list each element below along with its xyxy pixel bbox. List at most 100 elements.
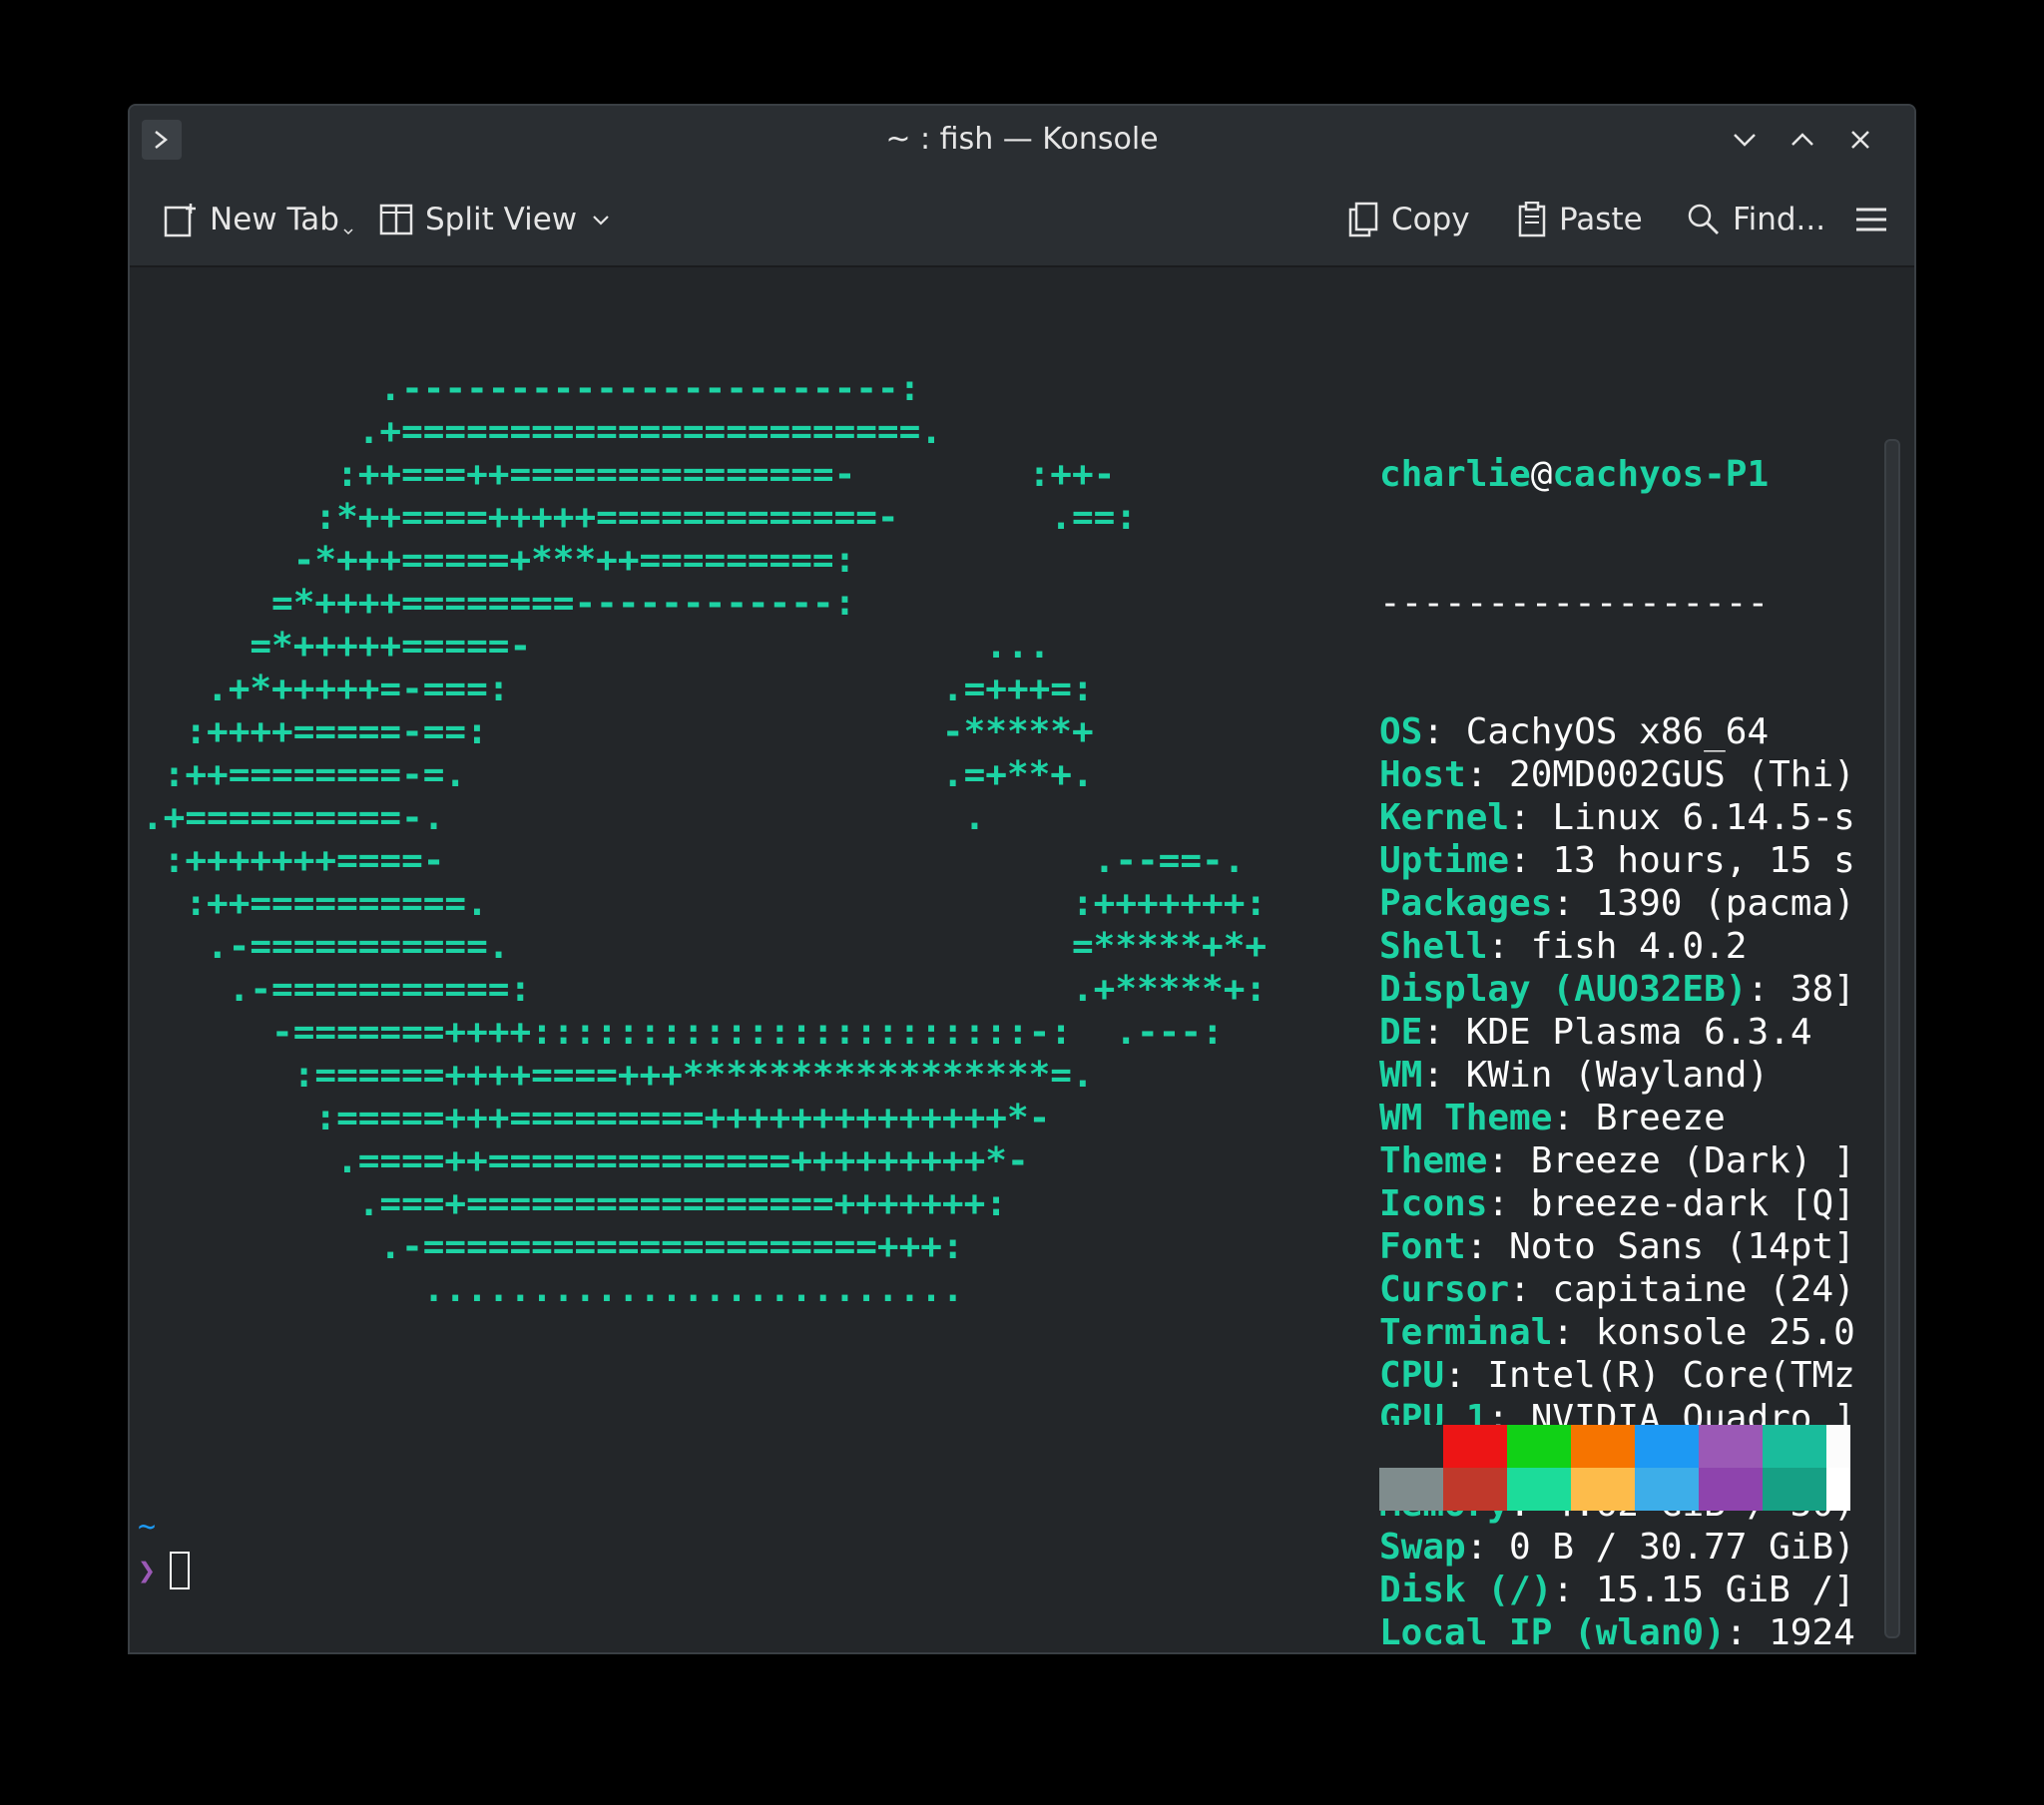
ascii-line: :++++=====-==: -*****+: [142, 711, 1094, 752]
info-value: : Linux 6.14.5-s: [1509, 797, 1855, 838]
info-row: Uptime: 13 hours, 15 s: [1379, 839, 1855, 882]
info-row: Kernel: Linux 6.14.5-s: [1379, 796, 1855, 839]
close-button[interactable]: [1840, 120, 1880, 160]
color-swatch: [1699, 1425, 1763, 1468]
hamburger-menu-icon: [1856, 208, 1886, 231]
ascii-line: =*+++++=====- ...: [142, 626, 1051, 667]
info-key: Display (AUO32EB): [1379, 969, 1748, 1010]
info-row: Shell: fish 4.0.2: [1379, 925, 1855, 968]
color-swatch: [1571, 1468, 1635, 1511]
info-key: Packages: [1379, 883, 1553, 924]
info-key: Kernel: [1379, 797, 1510, 838]
info-row: Disk (/): 15.15 GiB /]: [1379, 1569, 1855, 1611]
terminal-area[interactable]: .-----------------------: .+============…: [130, 267, 1914, 1652]
chevron-down-icon: [343, 228, 353, 235]
info-key: OS: [1379, 711, 1423, 752]
info-key: Theme: [1379, 1140, 1488, 1181]
info-row: Display (AUO32EB): 38]: [1379, 968, 1855, 1011]
info-row: Cursor: capitaine (24): [1379, 1268, 1855, 1311]
info-value: : 15.15 GiB /]: [1552, 1570, 1855, 1610]
copy-icon: [1348, 202, 1378, 237]
paste-button[interactable]: Paste: [1517, 196, 1643, 243]
color-palette: [1379, 1425, 1850, 1511]
info-row: WM Theme: Breeze: [1379, 1097, 1855, 1139]
info-value: : fish 4.0.2: [1487, 926, 1748, 967]
info-value: : 1924: [1725, 1612, 1855, 1653]
info-row: Icons: breeze-dark [Q]: [1379, 1182, 1855, 1225]
info-value: : KDE Plasma 6.3.4: [1422, 1012, 1812, 1053]
info-value: : 0 B / 30.77 GiB): [1465, 1527, 1855, 1568]
split-view-label: Split View: [425, 202, 578, 237]
info-key: Uptime: [1379, 840, 1510, 881]
ascii-line: .===+=================+++++++:: [142, 1183, 1007, 1224]
paste-label: Paste: [1559, 202, 1643, 237]
info-value: : 20MD002GUS (Thi): [1465, 754, 1855, 795]
ascii-line: .-===========: .+*****+:: [142, 969, 1268, 1010]
info-row: WM: KWin (Wayland): [1379, 1054, 1855, 1097]
paste-icon: [1518, 202, 1546, 237]
info-value: : Noto Sans (14pt]: [1465, 1226, 1855, 1267]
info-key: Cursor: [1379, 1269, 1510, 1310]
info-key: CPU: [1379, 1355, 1445, 1396]
color-swatch: [1635, 1425, 1699, 1468]
search-icon: [1688, 204, 1719, 234]
hostname: cachyos-P1: [1552, 454, 1770, 495]
close-icon: [1851, 131, 1869, 149]
info-row: Swap: 0 B / 30.77 GiB): [1379, 1526, 1855, 1569]
color-swatch: [1379, 1425, 1443, 1468]
info-key: DE: [1379, 1012, 1423, 1053]
info-key: Local IP (wlan0): [1379, 1612, 1726, 1653]
info-key: Icons: [1379, 1183, 1488, 1224]
separator-line: ------------------: [1379, 583, 1770, 624]
color-swatch: [1379, 1468, 1443, 1511]
info-value: : CachyOS x86_64: [1422, 711, 1770, 752]
scrollbar[interactable]: [1884, 439, 1900, 1638]
new-tab-button[interactable]: New Tab: [164, 196, 353, 243]
info-row: Theme: Breeze (Dark) ]: [1379, 1139, 1855, 1182]
find-button[interactable]: Find...: [1687, 196, 1825, 243]
copy-button[interactable]: Copy: [1347, 196, 1470, 243]
color-swatch: [1443, 1425, 1507, 1468]
copy-label: Copy: [1391, 202, 1470, 237]
prompt-symbol: ❯: [138, 1553, 157, 1588]
konsole-window: ~ : fish — Konsole New Tab Split View Co…: [128, 104, 1916, 1654]
split-view-button[interactable]: Split View: [379, 196, 613, 243]
window-title: ~ : fish — Konsole: [885, 122, 1159, 157]
ascii-line: :++==========. :+++++++:: [142, 883, 1268, 924]
text-cursor: [170, 1552, 191, 1589]
info-row: Host: 20MD002GUS (Thi): [1379, 753, 1855, 796]
new-tab-label: New Tab: [210, 202, 339, 237]
info-value: : 13 hours, 15 s: [1509, 840, 1855, 881]
info-key: Shell: [1379, 926, 1488, 967]
color-swatch: [1507, 1425, 1571, 1468]
color-swatch: [1443, 1468, 1507, 1511]
at-sign: @: [1530, 454, 1553, 495]
ascii-line: .-=====================+++:: [142, 1226, 964, 1267]
hamburger-menu-button[interactable]: [1854, 196, 1888, 243]
user-host-line: charlie@cachyos-P1: [1379, 453, 1855, 496]
info-key: Font: [1379, 1226, 1466, 1267]
toolbar: New Tab Split View Copy Paste Find...: [130, 174, 1914, 267]
info-value: : Breeze: [1552, 1098, 1726, 1138]
info-row: Packages: 1390 (pacma): [1379, 882, 1855, 925]
chevron-down-icon: [1734, 134, 1756, 147]
info-key: WM Theme: [1379, 1098, 1553, 1138]
maximize-button[interactable]: [1783, 120, 1822, 160]
ascii-line: :=====+++=========++++++++++++++*-: [142, 1098, 1051, 1138]
cwd-indicator: ~: [138, 1510, 157, 1545]
info-row: Font: Noto Sans (14pt]: [1379, 1225, 1855, 1268]
info-value: : konsole 25.0: [1552, 1312, 1855, 1353]
ascii-line: :*++====+++++=============- .==:: [142, 497, 1137, 538]
ascii-line: .====++==============+++++++++*-: [142, 1140, 1029, 1181]
color-swatch: [1763, 1468, 1826, 1511]
color-swatch: [1763, 1425, 1826, 1468]
ascii-line: .-===========. =*****+*+: [142, 926, 1268, 967]
shell-prompt[interactable]: ~ ❯: [138, 1510, 191, 1595]
minimize-button[interactable]: [1725, 120, 1765, 160]
ascii-line: :++===++===============- :++-: [142, 454, 1116, 495]
ascii-line: :++========-=. .=+**+.: [142, 754, 1094, 795]
username: charlie: [1379, 454, 1531, 495]
color-swatch: [1507, 1468, 1571, 1511]
info-value: : breeze-dark [Q]: [1487, 1183, 1855, 1224]
info-row: OS: CachyOS x86_64: [1379, 710, 1855, 753]
